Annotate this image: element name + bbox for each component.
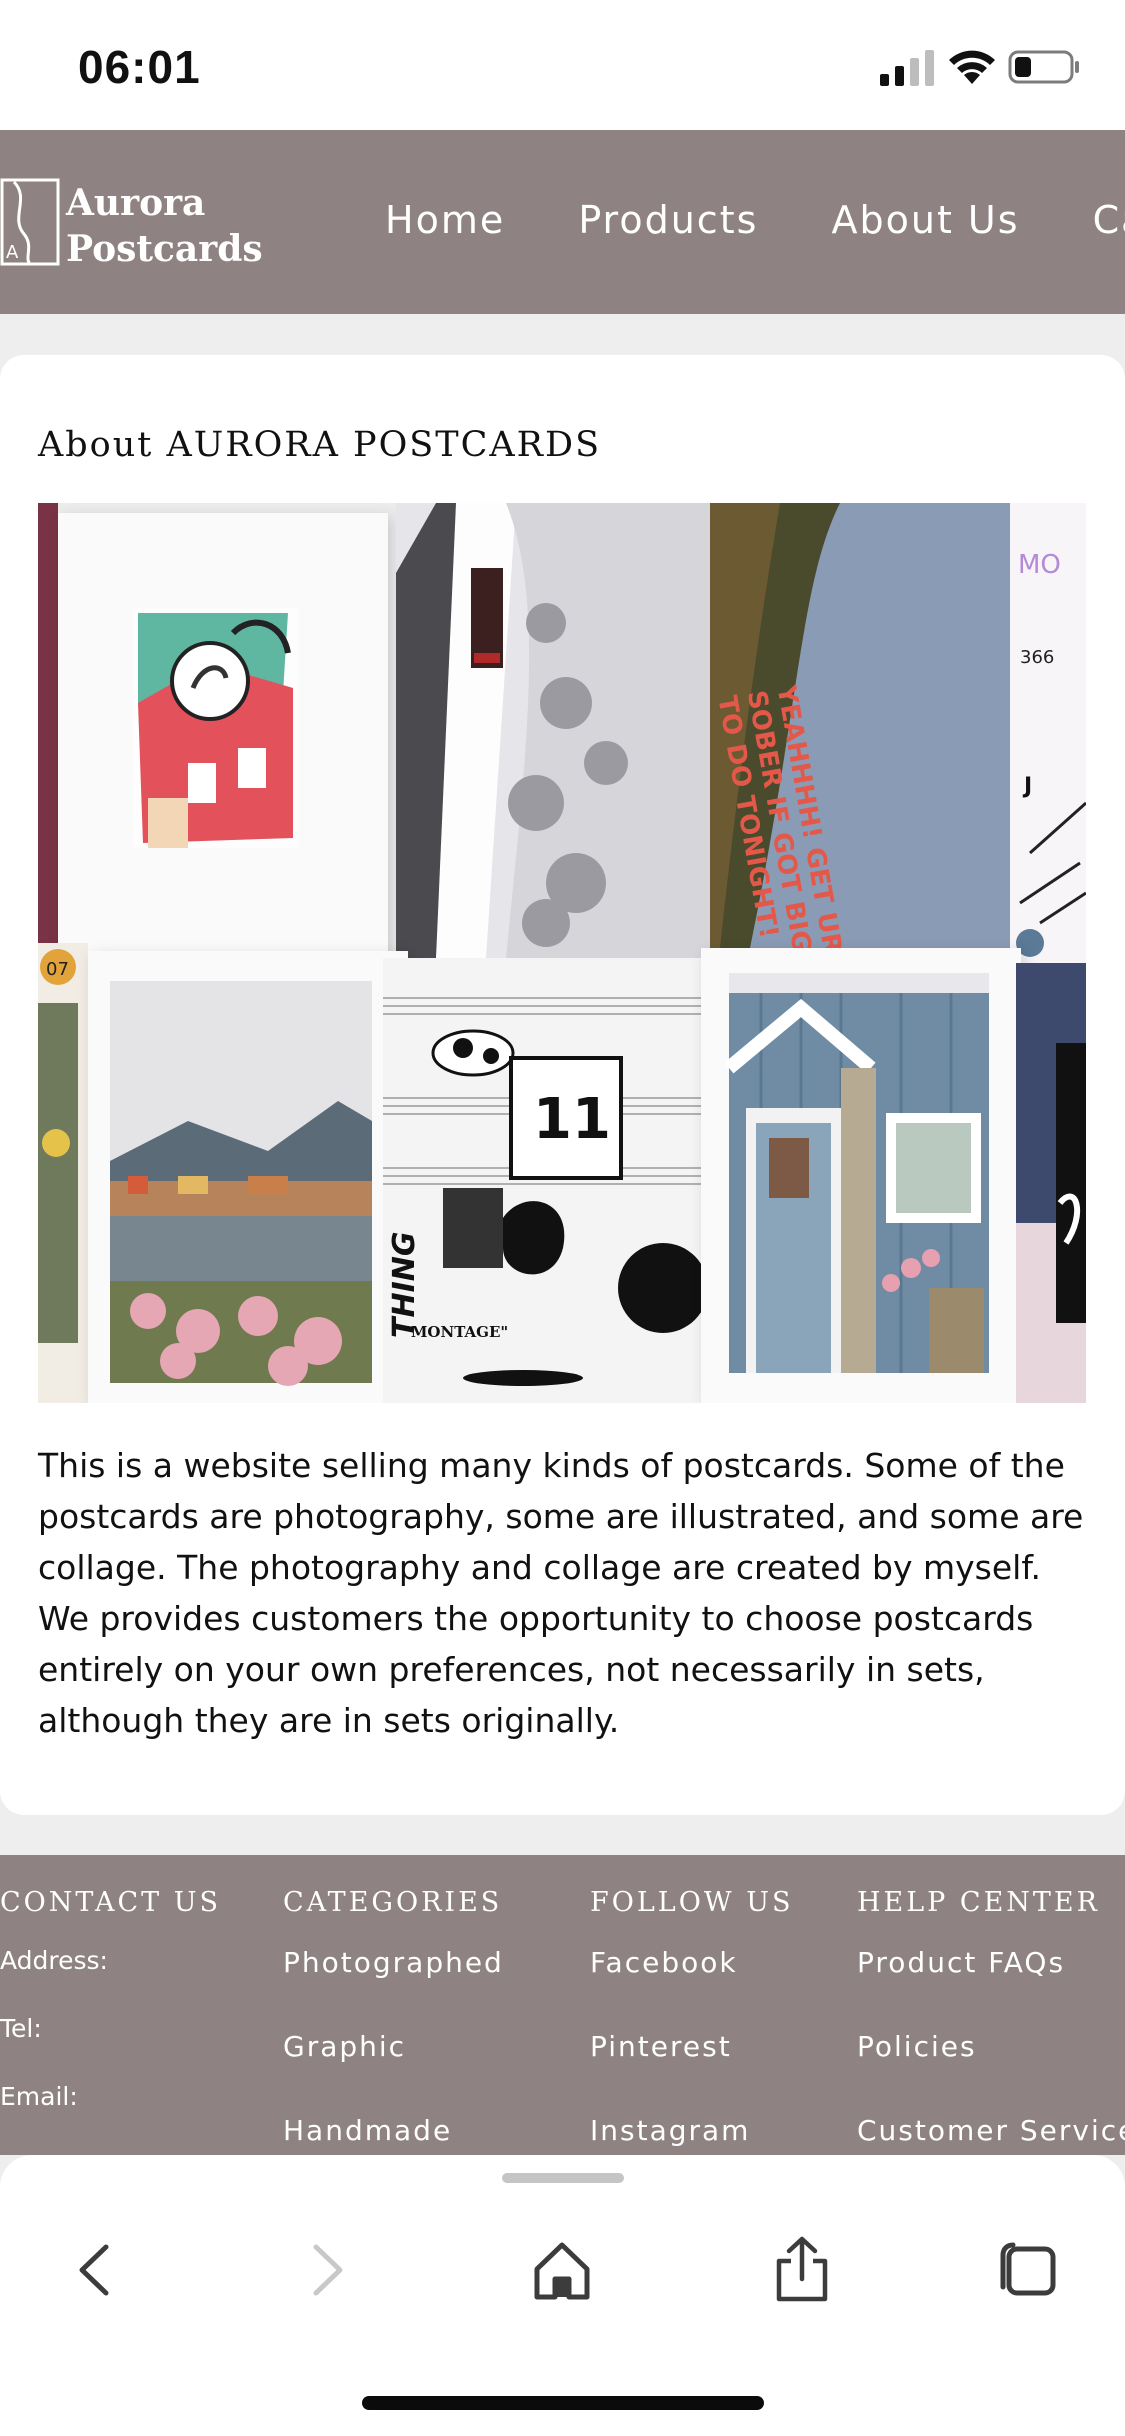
postcard-illustration xyxy=(58,513,388,973)
postcard-harbour xyxy=(88,951,408,1403)
cellular-signal-icon xyxy=(880,50,934,86)
home-indicator[interactable] xyxy=(362,2396,764,2410)
browser-toolbar xyxy=(0,2155,1125,2436)
battery-icon xyxy=(1008,50,1079,84)
svg-text:366: 366 xyxy=(1020,647,1054,668)
footer-contact-heading: CONTACT US xyxy=(0,1887,221,1918)
nav-products[interactable]: Products xyxy=(578,198,758,242)
footer-follow-heading: FOLLOW US xyxy=(590,1887,794,1918)
nav-cart[interactable]: Car xyxy=(1093,198,1125,242)
footer-help: HELP CENTER Product FAQs Policies Custom… xyxy=(857,1887,1125,2155)
site-footer: CONTACT US Address: Tel: Email: CATEGORI… xyxy=(0,1855,1125,2155)
postcard-collage: YEAHHHH! GET UR ASS SOBER IF GOT BIG SHI… xyxy=(38,503,1086,1403)
back-icon[interactable] xyxy=(60,2235,130,2305)
postcard-red-text: YEAHHHH! GET UR ASS SOBER IF GOT BIG SHI… xyxy=(710,503,1010,948)
footer-link-facebook[interactable]: Facebook xyxy=(590,1946,793,2030)
svg-text:07: 07 xyxy=(46,959,69,980)
footer-categories-heading: CATEGORIES xyxy=(283,1887,503,1918)
collage-left-strip-bottom: 07 xyxy=(38,943,88,1403)
svg-text:A: A xyxy=(6,242,19,263)
wifi-icon xyxy=(949,50,995,84)
footer-link-customer-service[interactable]: Customer Service xyxy=(857,2114,1125,2155)
tabs-icon[interactable] xyxy=(993,2235,1063,2305)
collage-montage-label: "MONTAGE" xyxy=(403,1323,509,1341)
site-logo[interactable]: A Aurora Postcards xyxy=(0,178,263,270)
status-time: 06:01 xyxy=(78,41,201,93)
postcard-right-top: MO 366 J xyxy=(1010,503,1086,963)
nav-about-us[interactable]: About Us xyxy=(832,198,1020,242)
logo-text: Aurora Postcards xyxy=(66,180,263,272)
nav-home[interactable]: Home xyxy=(385,198,505,242)
footer-link-product-faqs[interactable]: Product FAQs xyxy=(857,1946,1125,2030)
about-title: About AURORA POSTCARDS xyxy=(38,425,602,465)
postcard-right-bottom xyxy=(1016,963,1086,1403)
site-header: A Aurora Postcards Home Products About U… xyxy=(0,130,1125,314)
footer-follow: FOLLOW US Facebook Pinterest Instagram xyxy=(590,1887,793,2155)
collage-left-strip-top xyxy=(38,503,58,943)
footer-link-photographed[interactable]: Photographed xyxy=(283,1946,504,2030)
home-icon[interactable] xyxy=(527,2235,597,2305)
share-icon[interactable] xyxy=(767,2235,837,2305)
footer-address-label: Address: xyxy=(0,1946,108,1975)
footer-link-pinterest[interactable]: Pinterest xyxy=(590,2030,793,2114)
postcard-blue-door xyxy=(701,948,1021,1403)
footer-categories: CATEGORIES Photographed Graphic Handmade xyxy=(283,1887,504,2155)
postcard-snow-train xyxy=(396,503,714,958)
footer-link-instagram[interactable]: Instagram xyxy=(590,2114,793,2155)
forward-icon[interactable] xyxy=(292,2235,362,2305)
logo-line-1: Aurora xyxy=(66,182,206,224)
svg-text:11: 11 xyxy=(533,1087,611,1152)
footer-link-handmade[interactable]: Handmade xyxy=(283,2114,504,2155)
about-description: This is a website selling many kinds of … xyxy=(38,1446,1084,1740)
logo-mark: A xyxy=(0,178,60,266)
toolbar-grabber[interactable] xyxy=(502,2173,624,2183)
status-bar: 06:01 xyxy=(0,0,1125,130)
logo-line-2: Postcards xyxy=(66,228,263,270)
postcard-music-collage: 11 THING "MONTAGE" xyxy=(383,958,701,1403)
svg-text:MO: MO xyxy=(1018,550,1061,580)
footer-link-policies[interactable]: Policies xyxy=(857,2030,1125,2114)
main-nav: Home Products About Us Car xyxy=(385,198,1125,242)
svg-text:J: J xyxy=(1022,774,1032,799)
footer-email-label: Email: xyxy=(0,2082,78,2111)
footer-help-heading: HELP CENTER xyxy=(857,1887,1100,1918)
about-card: About AURORA POSTCARDS YEAHHHH! GET UR A… xyxy=(0,355,1125,1815)
footer-tel-label: Tel: xyxy=(0,2014,42,2043)
footer-link-graphic[interactable]: Graphic xyxy=(283,2030,504,2114)
footer-contact: CONTACT US Address: Tel: Email: xyxy=(0,1887,221,2150)
